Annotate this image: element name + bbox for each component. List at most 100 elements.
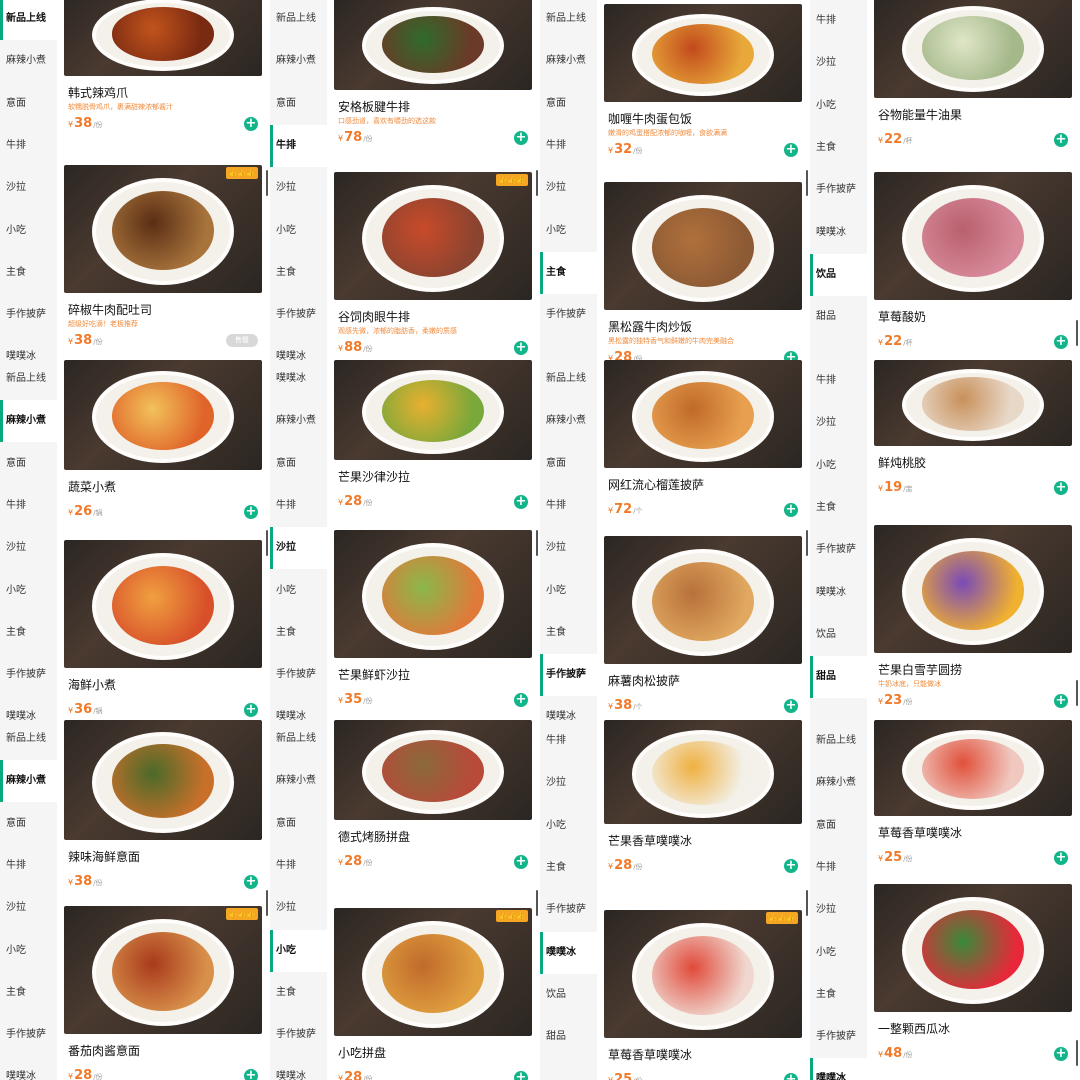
sidebar-item[interactable]: 手作披萨 <box>810 529 867 571</box>
sidebar-item[interactable]: 意面 <box>270 803 327 845</box>
plus-circle-icon[interactable]: + <box>1054 133 1068 147</box>
product-card[interactable]: 芒果沙律沙拉 ¥28/份 + <box>334 360 532 534</box>
sidebar-item[interactable]: 沙拉 <box>0 527 57 569</box>
sidebar-item[interactable]: 主食 <box>540 612 597 654</box>
scrollbar[interactable] <box>1076 320 1078 346</box>
plus-circle-icon[interactable]: + <box>784 351 798 360</box>
sidebar-item[interactable]: 意面 <box>0 83 57 125</box>
sidebar-item[interactable]: 噗噗冰 <box>810 212 867 254</box>
sidebar-item[interactable]: 沙拉 <box>810 402 867 444</box>
sidebar-item[interactable]: 新品上线 <box>540 0 597 40</box>
product-card[interactable]: 海鲜小煮 ¥36/锅 + <box>64 540 262 720</box>
plus-circle-icon[interactable]: + <box>784 503 798 517</box>
scrollbar[interactable] <box>1076 1040 1078 1066</box>
sidebar-item[interactable]: 甜品 <box>810 656 867 699</box>
sidebar-item[interactable]: 手作披萨 <box>0 654 57 696</box>
sidebar-item[interactable]: 沙拉 <box>270 167 327 209</box>
sidebar-item[interactable]: 噗噗冰 <box>540 696 597 720</box>
product-card[interactable]: 芒果鲜虾沙拉 ¥35/份 + <box>334 530 532 720</box>
sidebar-item[interactable]: 沙拉 <box>270 527 327 570</box>
scrollbar[interactable] <box>536 530 538 556</box>
sidebar-item[interactable]: 新品上线 <box>270 0 327 40</box>
plus-circle-icon[interactable]: + <box>784 859 798 873</box>
product-card[interactable]: 草莓香草噗噗冰 ¥25/份 + <box>874 720 1072 890</box>
sidebar-item[interactable]: 麻辣小煮 <box>0 400 57 443</box>
sidebar-item[interactable]: 主食 <box>540 251 597 294</box>
sidebar-item[interactable]: 麻辣小煮 <box>270 40 327 82</box>
sidebar-item[interactable]: 意面 <box>0 803 57 845</box>
product-card[interactable]: 👍👍👍 小吃拼盘 ¥28/份 + <box>334 908 532 1080</box>
product-card[interactable]: 韩式辣鸡爪 软糯脱骨鸡爪，裹满甜辣浓郁酱汁 ¥38/份 + <box>64 0 262 150</box>
sidebar-item[interactable]: 饮品 <box>810 614 867 656</box>
product-card[interactable]: 👍👍👍 碎椒牛肉配吐司 超级好吃滴！老板推荐 ¥38/份 售罄 <box>64 165 262 360</box>
sidebar-item[interactable]: 噗噗冰 <box>0 336 57 360</box>
product-card[interactable]: 谷物能量牛油果 ¥22/杯 + <box>874 0 1072 172</box>
sidebar-item[interactable]: 沙拉 <box>810 889 867 931</box>
scrollbar[interactable] <box>536 170 538 196</box>
sidebar-item[interactable]: 牛排 <box>540 485 597 527</box>
scrollbar[interactable] <box>266 530 268 556</box>
product-card[interactable]: 辣味海鲜意面 ¥38/份 + <box>64 720 262 914</box>
scrollbar[interactable] <box>266 170 268 196</box>
plus-circle-icon[interactable]: + <box>1054 481 1068 495</box>
sidebar-item[interactable]: 麻辣小煮 <box>540 40 597 82</box>
sidebar-item[interactable]: 主食 <box>810 974 867 1016</box>
plus-circle-icon[interactable]: + <box>1054 694 1068 708</box>
sidebar-item[interactable]: 噗噗冰 <box>0 1056 57 1080</box>
sidebar-item[interactable]: 牛排 <box>810 360 867 402</box>
sidebar-item[interactable]: 饮品 <box>810 253 867 296</box>
sidebar-item[interactable]: 主食 <box>0 612 57 654</box>
scrollbar[interactable] <box>806 170 808 196</box>
sidebar-item[interactable]: 小吃 <box>270 570 327 612</box>
scrollbar[interactable] <box>806 890 808 916</box>
sidebar-item[interactable]: 甜品 <box>810 296 867 338</box>
plus-circle-icon[interactable]: + <box>514 341 528 355</box>
sidebar-item[interactable]: 牛排 <box>540 720 597 762</box>
sidebar-item[interactable]: 沙拉 <box>540 527 597 569</box>
sidebar-item[interactable]: 麻辣小煮 <box>0 40 57 82</box>
sidebar-item[interactable]: 小吃 <box>0 930 57 972</box>
sidebar-item[interactable]: 麻辣小煮 <box>540 400 597 442</box>
sidebar-item[interactable]: 小吃 <box>0 210 57 252</box>
scrollbar[interactable] <box>1076 680 1078 706</box>
product-card[interactable]: 黑松露牛肉炒饭 黑松露的独特香气和鲜嫩的牛肉完美融合 ¥28/份 + <box>604 182 802 360</box>
sidebar-item[interactable]: 饮品 <box>540 974 597 1016</box>
plus-circle-icon[interactable]: + <box>514 855 528 869</box>
sidebar-item[interactable]: 手作披萨 <box>810 1016 867 1058</box>
sidebar-item[interactable]: 牛排 <box>810 847 867 889</box>
sidebar-item[interactable]: 小吃 <box>810 85 867 127</box>
sidebar-item[interactable]: 小吃 <box>270 210 327 252</box>
sidebar-item[interactable]: 意面 <box>270 443 327 485</box>
sidebar-item[interactable]: 手作披萨 <box>810 169 867 211</box>
plus-circle-icon[interactable]: + <box>514 693 528 707</box>
product-card[interactable]: 草莓酸奶 ¥22/杯 + <box>874 172 1072 360</box>
plus-circle-icon[interactable]: + <box>244 875 258 889</box>
sidebar-item[interactable]: 沙拉 <box>0 887 57 929</box>
sidebar-item[interactable]: 牛排 <box>540 125 597 167</box>
sidebar-item[interactable]: 手作披萨 <box>540 654 597 697</box>
sidebar-item[interactable]: 手作披萨 <box>270 294 327 336</box>
plus-circle-icon[interactable]: + <box>514 495 528 509</box>
sidebar-item[interactable]: 主食 <box>0 972 57 1014</box>
sidebar-item[interactable]: 沙拉 <box>0 167 57 209</box>
plus-circle-icon[interactable]: + <box>514 131 528 145</box>
sidebar-item[interactable]: 新品上线 <box>540 360 597 400</box>
sidebar-item[interactable]: 牛排 <box>0 485 57 527</box>
sidebar-item[interactable]: 牛排 <box>0 125 57 167</box>
plus-circle-icon[interactable]: + <box>1054 1047 1068 1061</box>
sidebar-item[interactable]: 主食 <box>810 487 867 529</box>
sidebar-item[interactable]: 主食 <box>270 972 327 1014</box>
sidebar-item[interactable]: 手作披萨 <box>270 654 327 696</box>
sidebar-item[interactable]: 手作披萨 <box>540 889 597 931</box>
scrollbar[interactable] <box>266 890 268 916</box>
product-card[interactable]: 咖喱牛肉蛋包饭 嫩滑的鸡蛋搭配浓郁的咖喱，食欲满满 ¥32/份 + <box>604 4 802 176</box>
sidebar-item[interactable]: 沙拉 <box>810 42 867 84</box>
sidebar-item[interactable]: 主食 <box>810 127 867 169</box>
sidebar-item[interactable]: 新品上线 <box>270 720 327 760</box>
product-card[interactable]: 👍👍👍 番茄肉酱意面 ¥28/份 + <box>64 906 262 1080</box>
sidebar-item[interactable]: 小吃 <box>810 445 867 487</box>
sidebar-item[interactable]: 牛排 <box>270 485 327 527</box>
plus-circle-icon[interactable]: + <box>244 703 258 717</box>
sidebar-item[interactable]: 小吃 <box>270 929 327 972</box>
sidebar-item[interactable]: 小吃 <box>0 570 57 612</box>
